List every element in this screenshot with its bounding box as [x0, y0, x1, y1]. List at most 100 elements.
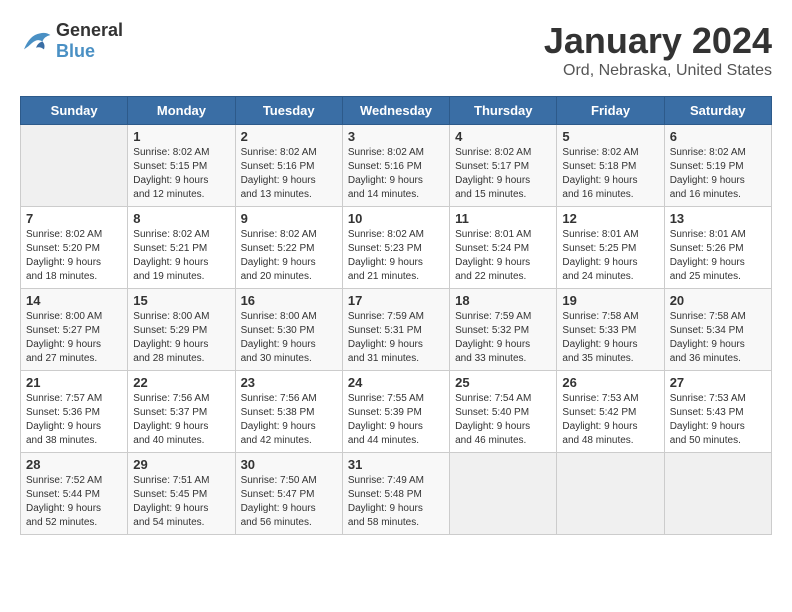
calendar-week-row: 28Sunrise: 7:52 AM Sunset: 5:44 PM Dayli…	[21, 453, 772, 535]
day-info: Sunrise: 7:49 AM Sunset: 5:48 PM Dayligh…	[348, 474, 444, 530]
calendar-cell: 24Sunrise: 7:55 AM Sunset: 5:39 PM Dayli…	[342, 371, 449, 453]
calendar-cell: 31 Sunrise: 7:49 AM Sunset: 5:48 PM Dayli…	[342, 453, 449, 535]
day-info: Sunrise: 8:02 AM Sunset: 5:17 PM Dayligh…	[455, 146, 551, 202]
day-info: Sunrise: 7:58 AM Sunset: 5:33 PM Dayligh…	[562, 310, 658, 366]
calendar-cell: 9 Sunrise: 8:02 AM Sunset: 5:22 PM Daylig…	[235, 207, 342, 289]
day-number: 14	[26, 293, 122, 308]
day-info: Sunrise: 7:54 AM Sunset: 5:40 PM Dayligh…	[455, 392, 551, 448]
day-info: Sunrise: 8:02 AM Sunset: 5:20 PM Dayligh…	[26, 228, 122, 284]
day-of-week-header: Wednesday	[342, 97, 449, 125]
calendar-title: January 2024	[544, 20, 772, 62]
day-number: 9	[241, 211, 337, 226]
calendar-cell: 10 Sunrise: 8:02 AM Sunset: 5:23 PM Dayli…	[342, 207, 449, 289]
day-number: 13	[670, 211, 766, 226]
calendar-cell: 30Sunrise: 7:50 AM Sunset: 5:47 PM Dayli…	[235, 453, 342, 535]
day-number: 15	[133, 293, 229, 308]
calendar-week-row: 7 Sunrise: 8:02 AM Sunset: 5:20 PM Daylig…	[21, 207, 772, 289]
day-info: Sunrise: 7:56 AM Sunset: 5:37 PM Dayligh…	[133, 392, 229, 448]
day-info: Sunrise: 7:51 AM Sunset: 5:45 PM Dayligh…	[133, 474, 229, 530]
day-info: Sunrise: 7:55 AM Sunset: 5:39 PM Dayligh…	[348, 392, 444, 448]
day-info: Sunrise: 7:50 AM Sunset: 5:47 PM Dayligh…	[241, 474, 337, 530]
day-number: 21	[26, 375, 122, 390]
calendar-cell: 13 Sunrise: 8:01 AM Sunset: 5:26 PM Dayli…	[664, 207, 771, 289]
day-number: 10	[348, 211, 444, 226]
calendar-cell: 17 Sunrise: 7:59 AM Sunset: 5:31 PM Dayli…	[342, 289, 449, 371]
header-row: SundayMondayTuesdayWednesdayThursdayFrid…	[21, 97, 772, 125]
day-info: Sunrise: 8:02 AM Sunset: 5:16 PM Dayligh…	[241, 146, 337, 202]
day-of-week-header: Sunday	[21, 97, 128, 125]
calendar-cell: 16 Sunrise: 8:00 AM Sunset: 5:30 PM Dayli…	[235, 289, 342, 371]
calendar-cell: 21 Sunrise: 7:57 AM Sunset: 5:36 PM Dayli…	[21, 371, 128, 453]
calendar-week-row: 14 Sunrise: 8:00 AM Sunset: 5:27 PM Dayli…	[21, 289, 772, 371]
day-number: 25	[455, 375, 551, 390]
day-number: 16	[241, 293, 337, 308]
day-info: Sunrise: 8:01 AM Sunset: 5:24 PM Dayligh…	[455, 228, 551, 284]
calendar-cell: 18 Sunrise: 7:59 AM Sunset: 5:32 PM Dayli…	[450, 289, 557, 371]
day-info: Sunrise: 8:01 AM Sunset: 5:26 PM Dayligh…	[670, 228, 766, 284]
day-number: 6	[670, 129, 766, 144]
calendar-cell: 11 Sunrise: 8:01 AM Sunset: 5:24 PM Dayli…	[450, 207, 557, 289]
day-number: 22	[133, 375, 229, 390]
day-of-week-header: Friday	[557, 97, 664, 125]
day-info: Sunrise: 8:02 AM Sunset: 5:23 PM Dayligh…	[348, 228, 444, 284]
calendar-cell: 22 Sunrise: 7:56 AM Sunset: 5:37 PM Dayli…	[128, 371, 235, 453]
day-info: Sunrise: 7:56 AM Sunset: 5:38 PM Dayligh…	[241, 392, 337, 448]
calendar-header: SundayMondayTuesdayWednesdayThursdayFrid…	[21, 97, 772, 125]
logo-text: General Blue	[56, 20, 123, 62]
day-number: 31	[348, 457, 444, 472]
calendar-cell: 3Sunrise: 8:02 AM Sunset: 5:16 PM Daylig…	[342, 125, 449, 207]
logo-general: General	[56, 20, 123, 40]
calendar-cell: 8Sunrise: 8:02 AM Sunset: 5:21 PM Daylig…	[128, 207, 235, 289]
calendar-cell: 2 Sunrise: 8:02 AM Sunset: 5:16 PM Daylig…	[235, 125, 342, 207]
calendar-cell: 23Sunrise: 7:56 AM Sunset: 5:38 PM Dayli…	[235, 371, 342, 453]
day-of-week-header: Monday	[128, 97, 235, 125]
day-number: 2	[241, 129, 337, 144]
day-info: Sunrise: 7:57 AM Sunset: 5:36 PM Dayligh…	[26, 392, 122, 448]
day-number: 5	[562, 129, 658, 144]
day-number: 4	[455, 129, 551, 144]
logo-blue: Blue	[56, 41, 95, 61]
calendar-cell	[557, 453, 664, 535]
day-number: 27	[670, 375, 766, 390]
day-number: 17	[348, 293, 444, 308]
calendar-cell: 19 Sunrise: 7:58 AM Sunset: 5:33 PM Dayli…	[557, 289, 664, 371]
day-number: 19	[562, 293, 658, 308]
calendar-week-row: 21 Sunrise: 7:57 AM Sunset: 5:36 PM Dayli…	[21, 371, 772, 453]
calendar-cell: 14 Sunrise: 8:00 AM Sunset: 5:27 PM Dayli…	[21, 289, 128, 371]
day-info: Sunrise: 8:00 AM Sunset: 5:27 PM Dayligh…	[26, 310, 122, 366]
day-info: Sunrise: 7:59 AM Sunset: 5:31 PM Dayligh…	[348, 310, 444, 366]
day-of-week-header: Thursday	[450, 97, 557, 125]
logo: General Blue	[20, 20, 123, 62]
calendar-cell: 1Sunrise: 8:02 AM Sunset: 5:15 PM Daylig…	[128, 125, 235, 207]
day-number: 7	[26, 211, 122, 226]
day-info: Sunrise: 7:53 AM Sunset: 5:43 PM Dayligh…	[670, 392, 766, 448]
day-info: Sunrise: 7:59 AM Sunset: 5:32 PM Dayligh…	[455, 310, 551, 366]
calendar-cell: 20Sunrise: 7:58 AM Sunset: 5:34 PM Dayli…	[664, 289, 771, 371]
day-number: 20	[670, 293, 766, 308]
day-number: 11	[455, 211, 551, 226]
calendar-cell: 25 Sunrise: 7:54 AM Sunset: 5:40 PM Dayli…	[450, 371, 557, 453]
day-info: Sunrise: 7:52 AM Sunset: 5:44 PM Dayligh…	[26, 474, 122, 530]
calendar-cell: 6 Sunrise: 8:02 AM Sunset: 5:19 PM Daylig…	[664, 125, 771, 207]
calendar-cell	[664, 453, 771, 535]
day-of-week-header: Tuesday	[235, 97, 342, 125]
day-info: Sunrise: 8:02 AM Sunset: 5:22 PM Dayligh…	[241, 228, 337, 284]
logo-bird-icon	[20, 27, 52, 55]
day-info: Sunrise: 8:00 AM Sunset: 5:30 PM Dayligh…	[241, 310, 337, 366]
calendar-cell: 29 Sunrise: 7:51 AM Sunset: 5:45 PM Dayli…	[128, 453, 235, 535]
calendar-body: 1Sunrise: 8:02 AM Sunset: 5:15 PM Daylig…	[21, 125, 772, 535]
day-info: Sunrise: 8:01 AM Sunset: 5:25 PM Dayligh…	[562, 228, 658, 284]
day-number: 8	[133, 211, 229, 226]
day-info: Sunrise: 8:02 AM Sunset: 5:19 PM Dayligh…	[670, 146, 766, 202]
calendar-cell: 26 Sunrise: 7:53 AM Sunset: 5:42 PM Dayli…	[557, 371, 664, 453]
day-info: Sunrise: 8:00 AM Sunset: 5:29 PM Dayligh…	[133, 310, 229, 366]
calendar-cell: 4 Sunrise: 8:02 AM Sunset: 5:17 PM Daylig…	[450, 125, 557, 207]
calendar-cell: 27 Sunrise: 7:53 AM Sunset: 5:43 PM Dayli…	[664, 371, 771, 453]
calendar-cell: 15 Sunrise: 8:00 AM Sunset: 5:29 PM Dayli…	[128, 289, 235, 371]
day-number: 26	[562, 375, 658, 390]
calendar-cell	[21, 125, 128, 207]
day-of-week-header: Saturday	[664, 97, 771, 125]
day-number: 18	[455, 293, 551, 308]
day-number: 29	[133, 457, 229, 472]
day-info: Sunrise: 7:53 AM Sunset: 5:42 PM Dayligh…	[562, 392, 658, 448]
